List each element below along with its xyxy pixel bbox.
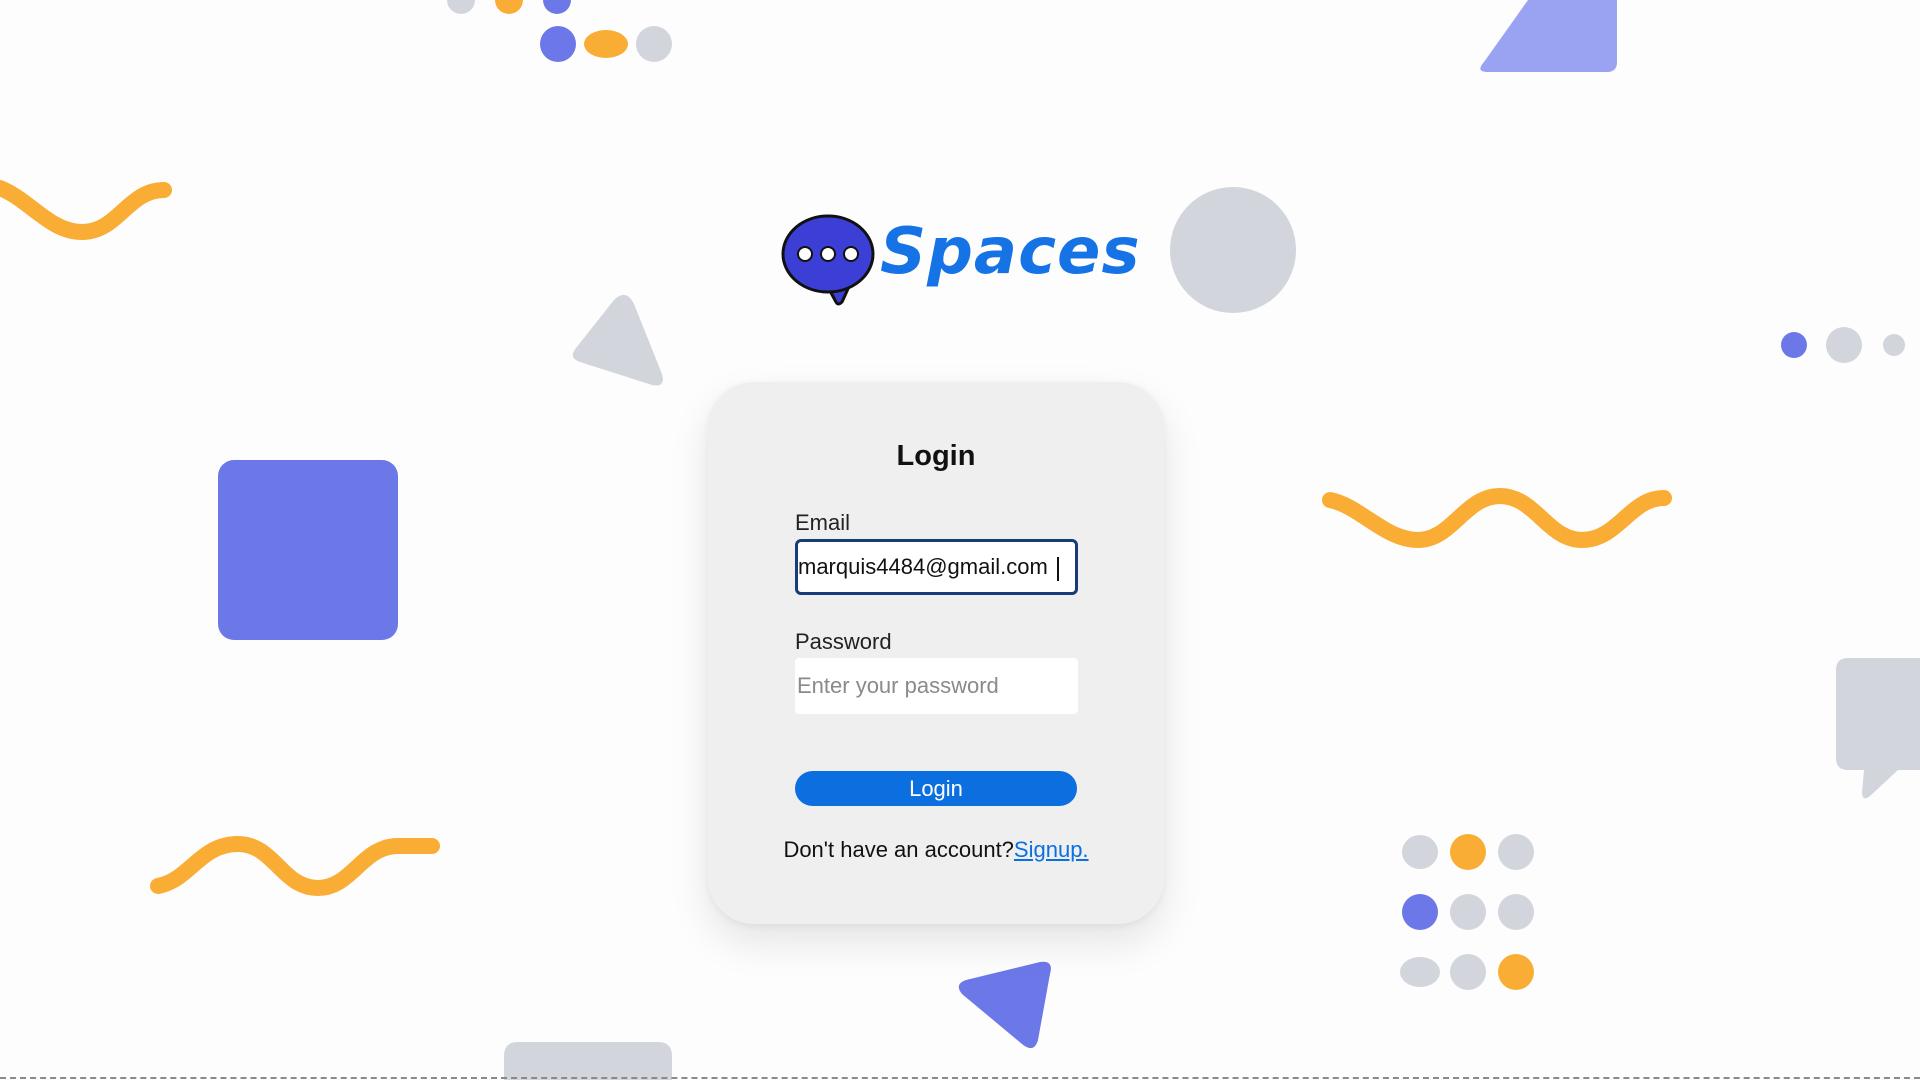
bottom-divider	[0, 1077, 1920, 1079]
decor-dot	[1498, 894, 1534, 930]
chat-bubble-icon-dot	[843, 246, 859, 262]
decor-triangle	[958, 961, 1051, 1049]
decor-dot	[543, 0, 571, 14]
decor-dot	[1402, 894, 1438, 930]
spaces-logo: Spaces	[780, 210, 1140, 306]
logo-wordmark: Spaces	[880, 215, 1141, 289]
decor-dot	[1498, 954, 1534, 990]
login-button[interactable]: Login	[795, 771, 1077, 806]
email-field[interactable]	[795, 539, 1078, 595]
decor-squiggle	[150, 835, 440, 897]
decor-squiggle	[0, 180, 172, 241]
decor-dot	[1781, 332, 1807, 358]
decor-dot	[1450, 834, 1486, 870]
email-label: Email	[795, 510, 851, 535]
signup-row: Don't have an account?Signup.	[708, 837, 1164, 863]
decor-dot	[636, 26, 672, 62]
decor-dot	[1450, 954, 1486, 990]
decor-dot	[1883, 334, 1905, 356]
signup-prompt: Don't have an account?	[783, 837, 1014, 862]
login-title: Login	[896, 440, 976, 472]
decor-squiggle	[1322, 487, 1672, 549]
decor-rectangle	[504, 1042, 672, 1080]
decor-speech-bubble	[1836, 658, 1920, 799]
decor-dot	[1402, 835, 1438, 869]
password-field[interactable]	[795, 658, 1078, 714]
chat-bubble-icon-dot	[797, 246, 813, 262]
password-label: Password	[795, 629, 892, 654]
decor-triangle	[572, 294, 663, 386]
decor-circle	[1170, 187, 1296, 313]
signup-link[interactable]: Signup.	[1014, 837, 1089, 862]
chat-bubble-icon-dot	[820, 246, 836, 262]
text-caret	[1057, 557, 1059, 581]
decor-dot	[584, 30, 628, 58]
decor-triangle	[1480, 0, 1617, 72]
login-page: Spaces Login Email Password Login Don't …	[0, 0, 1920, 1080]
decor-dot	[495, 0, 523, 14]
decor-dot	[1450, 894, 1486, 930]
decor-dot	[540, 26, 576, 62]
decor-dot	[1826, 327, 1862, 363]
chat-bubble-icon	[781, 214, 875, 306]
decor-square	[218, 460, 398, 640]
decor-dot	[1400, 957, 1440, 987]
login-card: Login Email Password Login Don't have an…	[708, 382, 1164, 924]
decor-dot	[1498, 834, 1534, 870]
decor-dot	[447, 0, 475, 14]
